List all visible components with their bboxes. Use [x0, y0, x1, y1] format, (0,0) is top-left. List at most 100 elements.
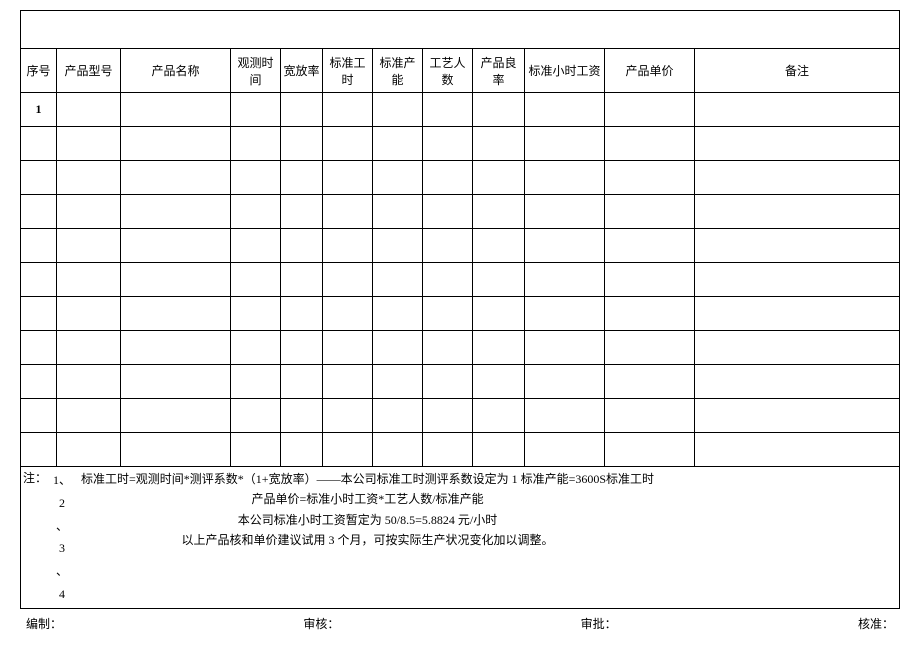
notes-label: 注：: [23, 469, 47, 606]
cell-empty: [605, 229, 695, 263]
cell-empty: [473, 399, 525, 433]
cell-empty: [525, 229, 605, 263]
table-row: [21, 161, 900, 195]
cell-empty: [373, 297, 423, 331]
cell-empty: [323, 127, 373, 161]
cell-empty: [695, 365, 900, 399]
table-row: [21, 365, 900, 399]
note-line: 本公司标准小时工资暂定为 50/8.5=5.8824 元/小时: [81, 510, 654, 530]
product-pricing-table: 序号 产品型号 产品名称 观测时间 宽放率 标准工时 标准产能 工艺人数 产品良…: [20, 10, 900, 609]
cell-empty: [605, 127, 695, 161]
table-row: [21, 297, 900, 331]
cell-empty: [695, 93, 900, 127]
note-line: 以上产品核和单价建议试用 3 个月，可按实际生产状况变化加以调整。: [81, 530, 654, 550]
cell-empty: [281, 365, 323, 399]
cell-empty: [473, 297, 525, 331]
cell-empty: [695, 229, 900, 263]
cell-empty: [473, 161, 525, 195]
cell-seq: [21, 161, 57, 195]
col-header-hourly-wage: 标准小时工资: [525, 49, 605, 93]
cell-empty: [121, 331, 231, 365]
table-row: [21, 263, 900, 297]
table-row: [21, 331, 900, 365]
cell-empty: [231, 365, 281, 399]
cell-seq: 1: [21, 93, 57, 127]
cell-empty: [373, 229, 423, 263]
cell-empty: [231, 93, 281, 127]
cell-empty: [323, 161, 373, 195]
cell-empty: [373, 331, 423, 365]
cell-empty: [57, 93, 121, 127]
note-number: 2: [59, 492, 65, 515]
signature-footer: 编制： 审核： 审批： 核准：: [20, 615, 900, 632]
cell-empty: [695, 127, 900, 161]
cell-empty: [423, 263, 473, 297]
cell-empty: [57, 399, 121, 433]
cell-seq: [21, 331, 57, 365]
cell-empty: [423, 399, 473, 433]
table-row: [21, 127, 900, 161]
cell-empty: [281, 93, 323, 127]
cell-empty: [525, 365, 605, 399]
cell-empty: [323, 297, 373, 331]
cell-empty: [281, 433, 323, 467]
cell-empty: [231, 229, 281, 263]
cell-empty: [695, 399, 900, 433]
col-header-model: 产品型号: [57, 49, 121, 93]
col-header-name: 产品名称: [121, 49, 231, 93]
cell-empty: [231, 161, 281, 195]
cell-empty: [57, 433, 121, 467]
cell-empty: [525, 297, 605, 331]
cell-empty: [473, 331, 525, 365]
cell-empty: [373, 195, 423, 229]
note-number: 1、: [53, 469, 71, 492]
col-header-seq: 序号: [21, 49, 57, 93]
table-row: 1: [21, 93, 900, 127]
cell-empty: [57, 331, 121, 365]
cell-empty: [231, 433, 281, 467]
cell-empty: [473, 229, 525, 263]
cell-empty: [121, 229, 231, 263]
cell-empty: [473, 433, 525, 467]
col-header-allowance: 宽放率: [281, 49, 323, 93]
footer-reviewed: 审核：: [303, 615, 339, 632]
table-row: [21, 399, 900, 433]
cell-empty: [473, 263, 525, 297]
cell-seq: [21, 127, 57, 161]
cell-empty: [323, 93, 373, 127]
note-line: 产品单价=标准小时工资*工艺人数/标准产能: [81, 489, 654, 509]
footer-verified: 核准：: [858, 615, 894, 632]
cell-empty: [605, 263, 695, 297]
cell-empty: [323, 399, 373, 433]
table-row: [21, 229, 900, 263]
cell-empty: [605, 161, 695, 195]
cell-empty: [525, 331, 605, 365]
cell-empty: [423, 365, 473, 399]
cell-empty: [525, 161, 605, 195]
cell-seq: [21, 365, 57, 399]
cell-empty: [525, 433, 605, 467]
cell-empty: [281, 161, 323, 195]
cell-empty: [525, 263, 605, 297]
cell-empty: [695, 331, 900, 365]
cell-empty: [423, 229, 473, 263]
cell-empty: [423, 195, 473, 229]
cell-empty: [423, 127, 473, 161]
spacer-row: [21, 11, 900, 49]
cell-empty: [323, 433, 373, 467]
cell-empty: [473, 365, 525, 399]
cell-empty: [423, 297, 473, 331]
cell-empty: [473, 127, 525, 161]
col-header-obs-time: 观测时间: [231, 49, 281, 93]
cell-empty: [121, 433, 231, 467]
cell-empty: [57, 229, 121, 263]
cell-empty: [121, 297, 231, 331]
cell-empty: [605, 297, 695, 331]
cell-empty: [323, 331, 373, 365]
cell-empty: [121, 93, 231, 127]
cell-seq: [21, 297, 57, 331]
cell-empty: [323, 263, 373, 297]
cell-empty: [231, 195, 281, 229]
col-header-remark: 备注: [695, 49, 900, 93]
col-header-yield: 产品良率: [473, 49, 525, 93]
